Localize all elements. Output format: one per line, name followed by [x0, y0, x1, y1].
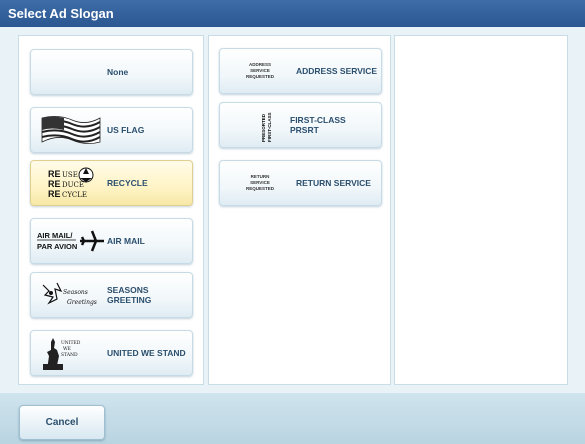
uws-text-2: WE [63, 346, 71, 352]
slogan-label: RECYCLE [107, 178, 148, 188]
window-title: Select Ad Slogan [0, 0, 585, 27]
cancel-button[interactable]: Cancel [19, 405, 105, 440]
slogan-option-return-service[interactable]: RETURN SERVICE REQUESTED RETURN SERVICE [219, 160, 382, 206]
us-flag-icon [35, 111, 107, 149]
slogan-option-air-mail[interactable]: AIR MAIL/ PAR AVION AIR MAIL [30, 218, 193, 264]
slogan-label: FIRST-CLASS PRSRT [290, 115, 346, 135]
presorted-text: PRESORTED [261, 113, 266, 142]
recycle-re-2: RE [48, 179, 61, 189]
uws-text-1: UNITED [61, 340, 81, 346]
recycle-use: USE [62, 171, 78, 179]
slogan-option-recycle[interactable]: RE RE RE USE DUCE CYCLE RECYCLE [30, 160, 193, 206]
uws-text-3: STAND [61, 352, 78, 358]
slogan-option-none[interactable]: None [30, 49, 193, 95]
airmail-text-1: AIR MAIL/ [37, 231, 73, 240]
slogan-label: RETURN SERVICE [296, 178, 371, 188]
seasons-text-2: Greetings [67, 299, 97, 306]
recycle-cycle: CYCLE [62, 191, 87, 199]
seasons-greeting-thumbnail: Seasons Greetings [35, 276, 107, 314]
slogan-label: SEASONS GREETING [107, 285, 152, 305]
slogan-column-2: ADDRESS SERVICE REQUESTED ADDRESS SERVIC… [208, 35, 391, 385]
air-mail-thumbnail: AIR MAIL/ PAR AVION [35, 222, 107, 260]
first-class-thumbnail: PRESORTED FIRST-CLASS [224, 106, 296, 144]
address-service-thumbnail: ADDRESS SERVICE REQUESTED [224, 52, 296, 90]
none-thumbnail [35, 53, 107, 91]
slogan-label: None [107, 67, 129, 77]
recycle-re-3: RE [48, 189, 61, 199]
recycle-re-1: RE [48, 169, 61, 179]
recycle-thumbnail: RE RE RE USE DUCE CYCLE [35, 164, 107, 202]
slogan-label: UNITED WE STAND [107, 348, 186, 358]
thumb-text: REQUESTED [245, 186, 274, 191]
slogan-column-1: None US FLAG RE RE RE USE DUCE CYCLE REC… [18, 35, 204, 385]
slogan-option-address-service[interactable]: ADDRESS SERVICE REQUESTED ADDRESS SERVIC… [219, 48, 382, 94]
slogan-option-us-flag[interactable]: US FLAG [30, 107, 193, 153]
thumb-text: REQUESTED [245, 74, 274, 79]
statue-of-liberty-thumbnail: UNITED WE STAND [35, 334, 107, 372]
slogan-column-3 [394, 35, 568, 385]
slogan-label: ADDRESS SERVICE [296, 66, 378, 76]
slogan-label: US FLAG [107, 125, 145, 135]
slogan-option-first-class-prsrt[interactable]: PRESORTED FIRST-CLASS FIRST-CLASS PRSRT [219, 102, 382, 148]
slogan-label: AIR MAIL [107, 236, 145, 246]
slogan-option-united-we-stand[interactable]: UNITED WE STAND UNITED WE STAND [30, 330, 193, 376]
recycle-duce: DUCE [62, 181, 84, 189]
first-class-text: FIRST-CLASS [267, 112, 272, 142]
seasons-text-1: Seasons [63, 289, 88, 296]
slogan-option-seasons-greeting[interactable]: Seasons Greetings SEASONS GREETING [30, 272, 193, 318]
return-service-thumbnail: RETURN SERVICE REQUESTED [224, 164, 296, 202]
airmail-text-2: PAR AVION [37, 242, 77, 251]
